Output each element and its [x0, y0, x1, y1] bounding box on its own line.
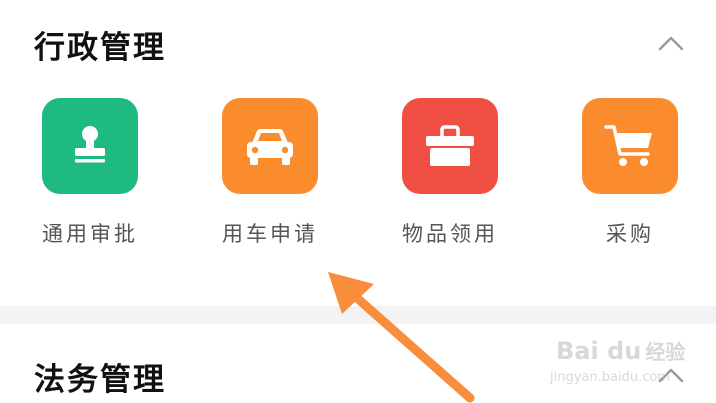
- watermark-logo: Bai du 经验: [556, 336, 685, 365]
- admin-section-title: 行政管理: [34, 30, 166, 66]
- tile-label: 采购: [606, 222, 654, 246]
- tile-icon-bg: [402, 98, 498, 194]
- tile-vehicle-request[interactable]: 用车申请: [218, 98, 318, 248]
- watermark-logo-cn: 经验: [645, 340, 686, 364]
- car-icon: [247, 129, 293, 165]
- tile-label: 物品领用: [402, 222, 498, 246]
- collapse-chevron-up-icon[interactable]: [658, 34, 684, 52]
- tile-label: 用车申请: [222, 222, 318, 246]
- tile-label: 通用审批: [42, 222, 138, 246]
- tile-icon-bg: [222, 98, 318, 194]
- watermark-logo-text: Bai du: [556, 337, 642, 365]
- toolbox-icon: [426, 125, 474, 166]
- baidu-jingyan-watermark: Bai du 经验 jingyan.baidu.com: [546, 336, 716, 396]
- watermark-url: jingyan.baidu.com: [550, 370, 670, 385]
- annotation-arrow-icon: [328, 272, 475, 403]
- tile-general-approval[interactable]: 通用审批: [38, 98, 138, 248]
- tile-icon-bg: [582, 98, 678, 194]
- legal-section-title: 法务管理: [34, 362, 166, 398]
- tile-item-requisition[interactable]: 物品领用: [398, 98, 498, 248]
- tile-procurement[interactable]: 采购: [578, 98, 678, 248]
- stamp-icon: [75, 126, 105, 163]
- shopping-cart-icon: [604, 125, 652, 166]
- tile-icon-bg: [42, 98, 138, 194]
- admin-section: 行政管理 通用审批 用车申请 物品领用 采购: [0, 0, 716, 306]
